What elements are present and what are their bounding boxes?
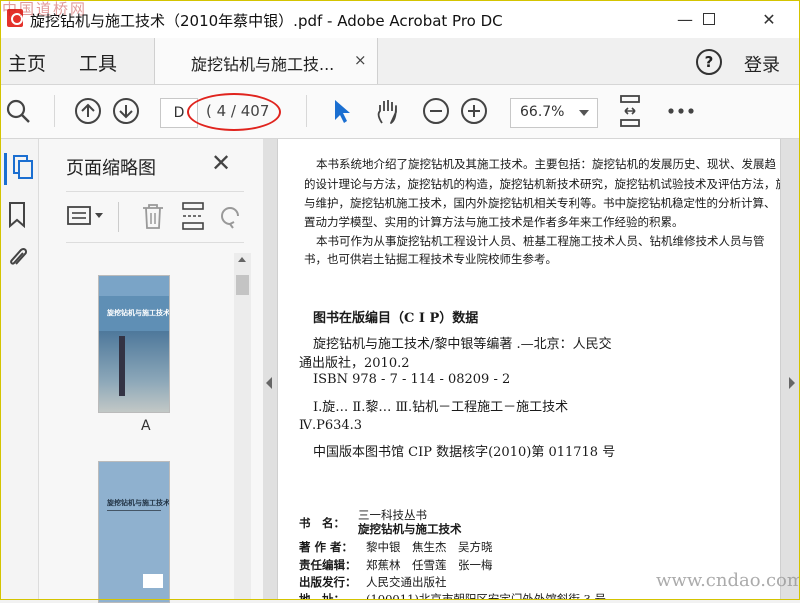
authors: 黎中银 焦生杰 吴方晓	[366, 540, 493, 554]
insert-page-icon[interactable]	[180, 202, 206, 230]
toolbar: D ( 4 / 407 66.7%	[0, 85, 800, 139]
page-thumbnail-2[interactable]: 旋挖钻机与施工技术	[98, 461, 170, 603]
close-window-button[interactable]: ✕	[746, 0, 792, 38]
thumbnail-2-title: 旋挖钻机与施工技术	[107, 499, 170, 507]
select-pointer-icon[interactable]	[327, 97, 355, 125]
tab-tools[interactable]: 工具	[79, 49, 117, 76]
tab-document-label: 旋挖钻机与施工技...	[191, 55, 335, 74]
thumbnail-1-title: 旋挖钻机与施工技术	[107, 309, 170, 317]
page-thumbnail-1[interactable]: 旋挖钻机与施工技术	[98, 275, 170, 413]
editor-label: 责任编辑：	[299, 558, 357, 572]
cip-line: 通出版社，2010.2	[299, 356, 410, 371]
pdf-page: 本书系统地介绍了旋挖钻机及其施工技术。主要包括：旋挖钻机的发展历史、现状、发展趋…	[277, 139, 781, 600]
search-icon[interactable]	[4, 97, 32, 125]
address: (100011)北京市朝阳区安定门外外馆斜街 3 号	[366, 592, 606, 600]
page-thumbnails-rail-button[interactable]	[4, 153, 35, 185]
panel-divider	[118, 202, 119, 232]
cip-line: Ⅰ.旋… Ⅱ.黎… Ⅲ.钻机－工程施工－施工技术	[313, 400, 569, 415]
document-viewport: 本书系统地介绍了旋挖钻机及其施工技术。主要包括：旋挖钻机的发展历史、现状、发展趋…	[263, 139, 800, 600]
tab-close-icon[interactable]: ×	[354, 51, 367, 69]
page-text-line: 的设计理论与方法，旋挖钻机的构造，旋挖钻机新技术研究，旋挖钻机试验技术及评估方法…	[304, 177, 781, 191]
page-text-line: 本书可作为从事旋挖钻机工程设计人员、桩基工程施工技术人员、钻机维修技术人员与管	[316, 234, 765, 248]
thumbnail-scrollbar[interactable]	[234, 253, 251, 599]
toolbar-divider	[306, 95, 307, 127]
watermark-bottom: www.cndao.com	[656, 570, 800, 591]
scroll-up-icon[interactable]	[238, 257, 246, 262]
publisher-label: 出版发行：	[299, 575, 357, 589]
thumbnails-panel: 页面缩略图 ✕ 旋挖钻机与施工技术 A 旋挖钻机与施工技术	[39, 139, 264, 603]
page-text-line: 置动力学模型、实用的计算方法与施工技术是作者多年来工作经验的积累。	[304, 215, 684, 229]
collapse-right-icon[interactable]	[789, 377, 795, 389]
help-icon[interactable]: ?	[696, 49, 722, 75]
author-label: 著 作 者：	[299, 540, 354, 554]
book-name-label: 书 名：	[299, 516, 345, 530]
tab-bar: 主页 工具 旋挖钻机与施工技... × ? 登录	[0, 38, 800, 85]
toolbar-divider	[54, 95, 55, 127]
login-button[interactable]: 登录	[744, 51, 780, 77]
thumbnail-1-caption: A	[141, 418, 151, 434]
collapse-left-icon[interactable]	[266, 377, 272, 389]
chevron-down-icon	[579, 110, 589, 116]
bookmark-icon[interactable]	[7, 202, 29, 228]
cip-line: Ⅳ.P634.3	[299, 418, 363, 433]
thumb-cover-image	[99, 331, 169, 412]
zoom-value: 66.7%	[520, 104, 565, 120]
zoom-select[interactable]: 66.7%	[510, 98, 598, 128]
thumb-barcode	[143, 574, 163, 588]
window-title: 旋挖钻机与施工技术（2010年蔡中银）.pdf - Adobe Acrobat …	[30, 12, 503, 30]
zoom-in-icon[interactable]	[460, 97, 488, 125]
scrollbar-thumb[interactable]	[236, 275, 249, 295]
title-bar: 中国道桥网 旋挖钻机与施工技术（2010年蔡中银）.pdf - Adobe Ac…	[0, 0, 800, 38]
navigation-rail	[0, 139, 39, 600]
tab-document[interactable]: 旋挖钻机与施工技... ×	[154, 38, 378, 84]
tab-home[interactable]: 主页	[8, 49, 46, 76]
cip-line: ISBN 978 - 7 - 114 - 08209 - 2	[313, 372, 511, 387]
attachment-icon[interactable]	[7, 245, 29, 271]
pages-icon	[13, 155, 33, 179]
next-page-icon[interactable]	[112, 97, 140, 125]
thumb-rig-mast	[119, 336, 125, 396]
maximize-button[interactable]	[686, 0, 732, 38]
delete-icon[interactable]	[140, 202, 166, 230]
address-label: 地 址：	[299, 592, 345, 600]
hand-tool-icon[interactable]	[374, 97, 402, 125]
cip-line: 旋挖钻机与施工技术/黎中银等编著 .—北京：人民交	[313, 337, 612, 352]
prev-page-icon[interactable]	[74, 97, 102, 125]
book-name: 旋挖钻机与施工技术	[358, 522, 462, 536]
panel-close-icon[interactable]: ✕	[211, 149, 231, 177]
editors: 郑蕉林 任雪莲 张一梅	[366, 558, 493, 572]
cip-number: 中国版本图书馆 CIP 数据核字(2010)第 011718 号	[313, 445, 616, 460]
zoom-out-icon[interactable]	[422, 97, 450, 125]
rotate-icon[interactable]	[218, 202, 244, 230]
fit-page-icon[interactable]	[616, 95, 644, 127]
cip-heading: 图书在版编目（C I P）数据	[313, 311, 479, 326]
annotation-red-oval	[187, 93, 281, 131]
page-text-line: 书，也可供岩土钻掘工程技术专业院校师生参考。	[304, 252, 557, 266]
panel-toolbar	[66, 191, 244, 243]
more-options-icon[interactable]	[667, 97, 695, 125]
thumbnail-options-icon[interactable]	[67, 205, 105, 227]
thumb-header-band	[99, 276, 169, 296]
publisher: 人民交通出版社	[366, 575, 447, 589]
page-text-line: 与维护，旋挖钻机施工技术，国内外旋挖钻机相关专利等。书中旋挖钻机稳定性的分析计算…	[304, 196, 776, 210]
maximize-icon	[703, 13, 715, 25]
thumb-rule	[107, 510, 161, 511]
panel-title: 页面缩略图	[66, 158, 156, 179]
page-text-line: 本书系统地介绍了旋挖钻机及其施工技术。主要包括：旋挖钻机的发展历史、现状、发展趋	[316, 157, 776, 171]
